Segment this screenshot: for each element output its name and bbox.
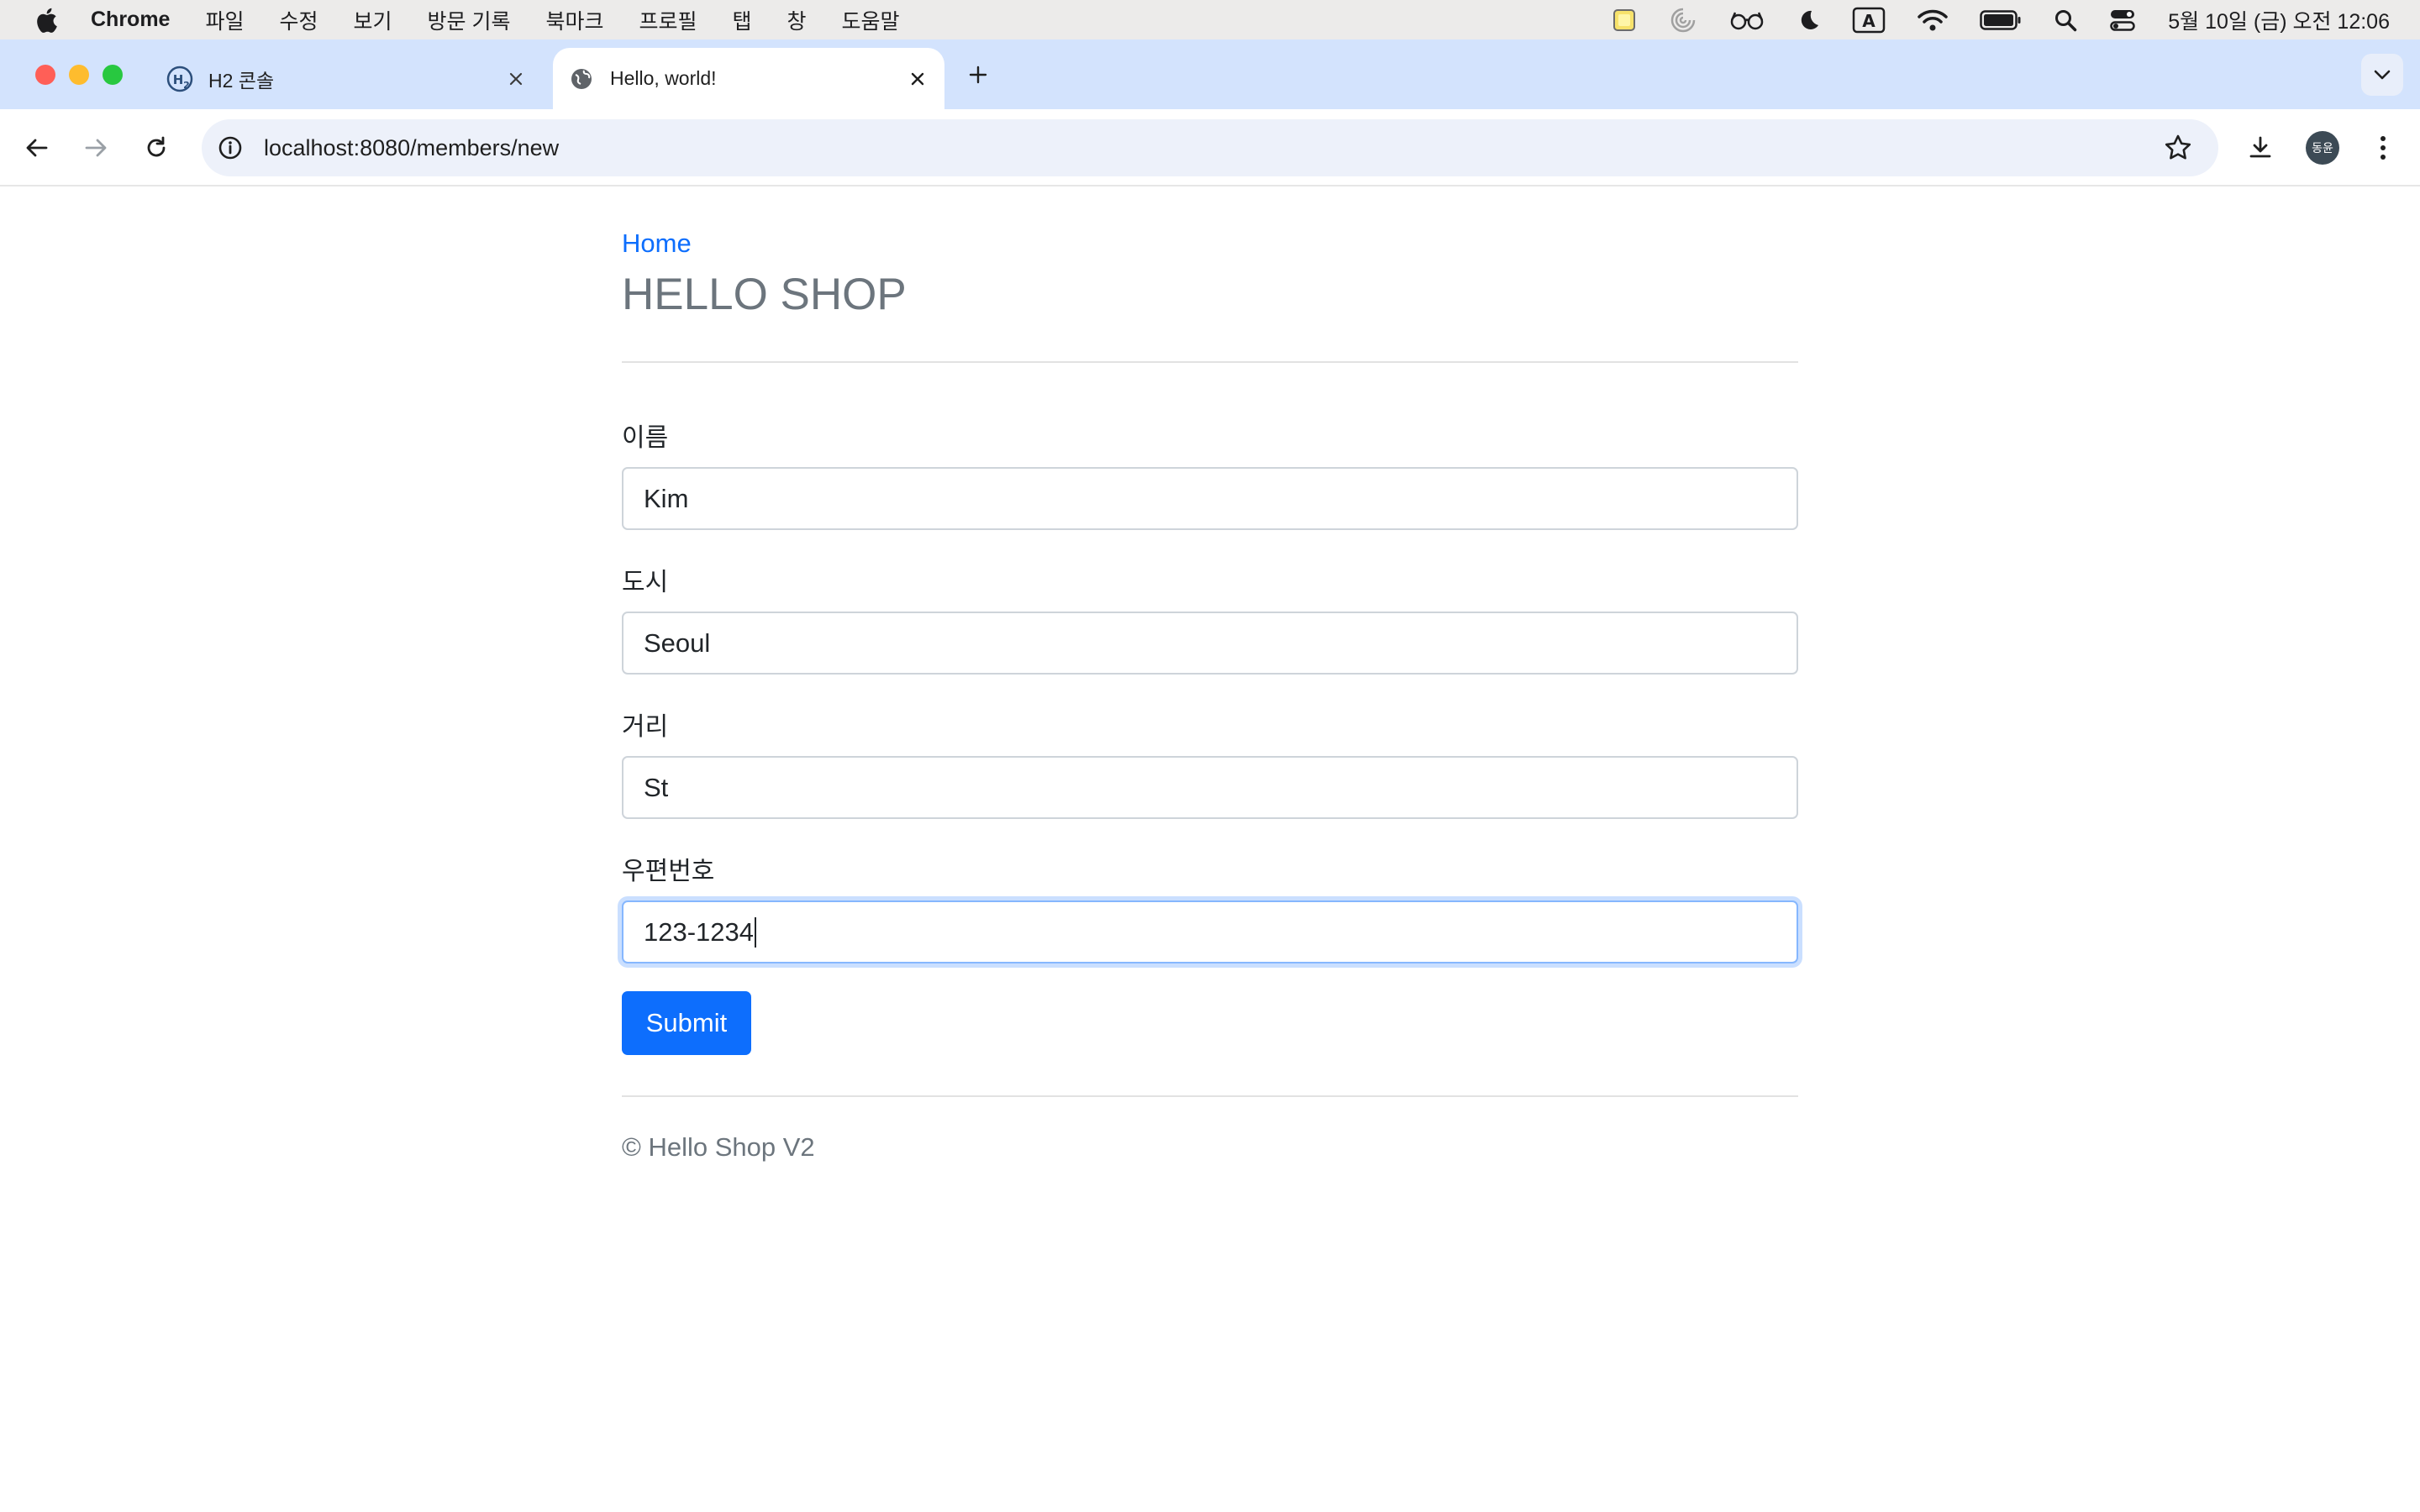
back-arrow-icon[interactable] bbox=[18, 129, 55, 166]
menu-view[interactable]: 보기 bbox=[354, 5, 392, 35]
menu-profiles[interactable]: 프로필 bbox=[639, 5, 697, 35]
menu-file[interactable]: 파일 bbox=[205, 5, 244, 35]
close-icon[interactable] bbox=[902, 64, 933, 94]
tab-search-chevron-down-icon[interactable] bbox=[2361, 54, 2403, 96]
name-label: 이름 bbox=[622, 424, 669, 452]
spotlight-search-icon[interactable] bbox=[2054, 0, 2077, 39]
control-center-icon[interactable] bbox=[2109, 0, 2136, 39]
tab-h2-console[interactable]: H2 H2 콘솔 bbox=[155, 48, 543, 109]
apple-logo-icon[interactable] bbox=[34, 7, 59, 34]
street-input-value: St bbox=[644, 772, 669, 802]
city-input-value: Seoul bbox=[644, 627, 711, 658]
name-input-value: Kim bbox=[644, 483, 689, 513]
download-icon[interactable] bbox=[2242, 129, 2279, 166]
menu-edit[interactable]: 수정 bbox=[279, 5, 318, 35]
window-minimize-button[interactable] bbox=[69, 65, 89, 85]
bookmark-star-icon[interactable] bbox=[2161, 131, 2195, 165]
city-label: 도시 bbox=[622, 569, 669, 596]
address-bar[interactable]: localhost:8080/members/new bbox=[202, 119, 2218, 176]
reload-icon[interactable] bbox=[138, 129, 175, 166]
browser-tab-strip: H2 H2 콘솔 Hello, world! bbox=[0, 39, 2420, 109]
zipcode-input-value: 123-1234 bbox=[644, 916, 755, 947]
footer-divider bbox=[622, 1095, 1798, 1097]
submit-button[interactable]: Submit bbox=[622, 991, 751, 1055]
tab-title: Hello, world! bbox=[610, 67, 717, 89]
menu-window[interactable]: 창 bbox=[787, 5, 807, 35]
city-input[interactable]: Seoul bbox=[622, 612, 1798, 675]
svg-text:2: 2 bbox=[183, 80, 190, 91]
profile-avatar[interactable]: 동윤 bbox=[2306, 131, 2339, 165]
do-not-disturb-moon-icon[interactable] bbox=[1797, 0, 1820, 39]
svg-text:H: H bbox=[173, 72, 184, 87]
reader-glasses-icon[interactable] bbox=[1729, 0, 1765, 39]
text-cursor bbox=[755, 916, 757, 948]
header-divider bbox=[622, 361, 1798, 363]
menu-history[interactable]: 방문 기록 bbox=[428, 5, 511, 35]
zipcode-label: 우편번호 bbox=[622, 858, 715, 885]
macos-menu-bar: Chrome 파일 수정 보기 방문 기록 북마크 프로필 탭 창 도움말 A bbox=[0, 0, 2420, 39]
menu-bookmarks[interactable]: 북마크 bbox=[545, 5, 603, 35]
wifi-icon[interactable] bbox=[1918, 0, 1949, 39]
input-source-icon[interactable]: A bbox=[1852, 0, 1886, 39]
globe-icon bbox=[568, 66, 595, 92]
page-title: HELLO SHOP bbox=[622, 270, 907, 319]
name-input[interactable]: Kim bbox=[622, 467, 1798, 530]
h2-logo-icon: H2 bbox=[166, 66, 193, 92]
menu-help[interactable]: 도움말 bbox=[842, 5, 900, 35]
menu-app-name[interactable]: Chrome bbox=[91, 8, 170, 32]
stickies-icon[interactable] bbox=[1612, 0, 1637, 39]
footer-copyright: © Hello Shop V2 bbox=[622, 1132, 815, 1162]
menu-bar-status-area: A 5월 10일 (금) 오전 12:06 bbox=[1612, 0, 2420, 39]
forward-arrow-icon[interactable] bbox=[77, 129, 114, 166]
battery-icon[interactable] bbox=[1980, 0, 2022, 39]
new-tab-plus-icon[interactable] bbox=[963, 60, 993, 90]
street-label: 거리 bbox=[622, 713, 669, 741]
address-bar-url[interactable]: localhost:8080/members/new bbox=[264, 135, 559, 161]
swirl-app-icon[interactable] bbox=[1669, 0, 1697, 39]
site-info-icon[interactable] bbox=[213, 131, 247, 165]
window-zoom-button[interactable] bbox=[103, 65, 123, 85]
more-menu-icon[interactable] bbox=[2365, 129, 2402, 166]
home-link[interactable]: Home bbox=[622, 228, 692, 259]
browser-toolbar: localhost:8080/members/new 동윤 bbox=[0, 109, 2420, 186]
menu-tab[interactable]: 탭 bbox=[733, 5, 752, 35]
svg-text:A: A bbox=[1863, 11, 1876, 31]
menu-bar-clock[interactable]: 5월 10일 (금) 오전 12:06 bbox=[2168, 5, 2390, 35]
tab-title: H2 콘솔 bbox=[208, 69, 275, 92]
zipcode-input[interactable]: 123-1234 bbox=[622, 900, 1798, 963]
close-icon[interactable] bbox=[501, 64, 531, 94]
window-close-button[interactable] bbox=[35, 65, 55, 85]
tab-hello-world[interactable]: Hello, world! bbox=[553, 48, 944, 109]
street-input[interactable]: St bbox=[622, 756, 1798, 819]
